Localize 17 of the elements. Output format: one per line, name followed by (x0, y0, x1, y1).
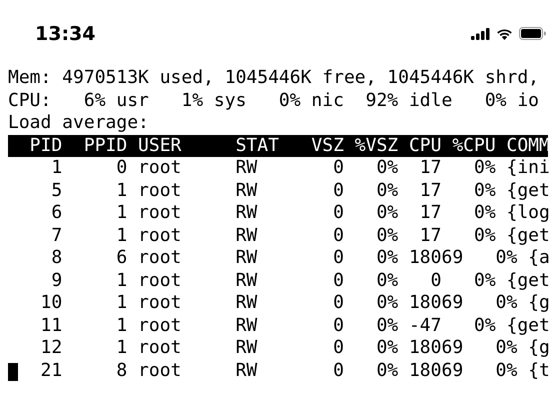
battery-icon (519, 27, 546, 40)
process-row-text: 21 8 root RW 0 0% 18069 0% {t (40, 360, 550, 382)
process-row-text: 12 1 root RW 0 0% 18069 0% {g (40, 337, 550, 360)
signal-icon (471, 28, 490, 40)
process-row-text: 10 1 root RW 0 0% 18069 0% {g (40, 292, 550, 314)
clock-time: 13:34 (35, 22, 96, 44)
process-row-text: 11 1 root RW 0 0% -47 0% {get (40, 314, 550, 337)
process-row-text: 5 1 root RW 0 0% 17 0% {get (50, 180, 550, 202)
process-row-text: 6 1 root RW 0 0% 17 0% {log (50, 202, 550, 224)
process-row-text: 7 1 root RW 0 0% 17 0% {get (50, 224, 550, 247)
process-row-text: 9 1 root RW 0 0% 0 0% {get (50, 270, 550, 292)
process-row-text: 8 6 root RW 0 0% 18069 0% {a (50, 247, 550, 270)
terminal-line: Mem: 4970513K used, 1045446K free, 1045446K shrd, (8, 67, 540, 90)
wifi-icon (496, 28, 513, 40)
terminal-line: Load average: (8, 112, 149, 134)
process-row-text: 1 0 root RW 0 0% 17 0% {ini (50, 157, 550, 180)
terminal-line: CPU: 6% usr 1% sys 0% nic 92% idle 0% io (8, 90, 540, 112)
